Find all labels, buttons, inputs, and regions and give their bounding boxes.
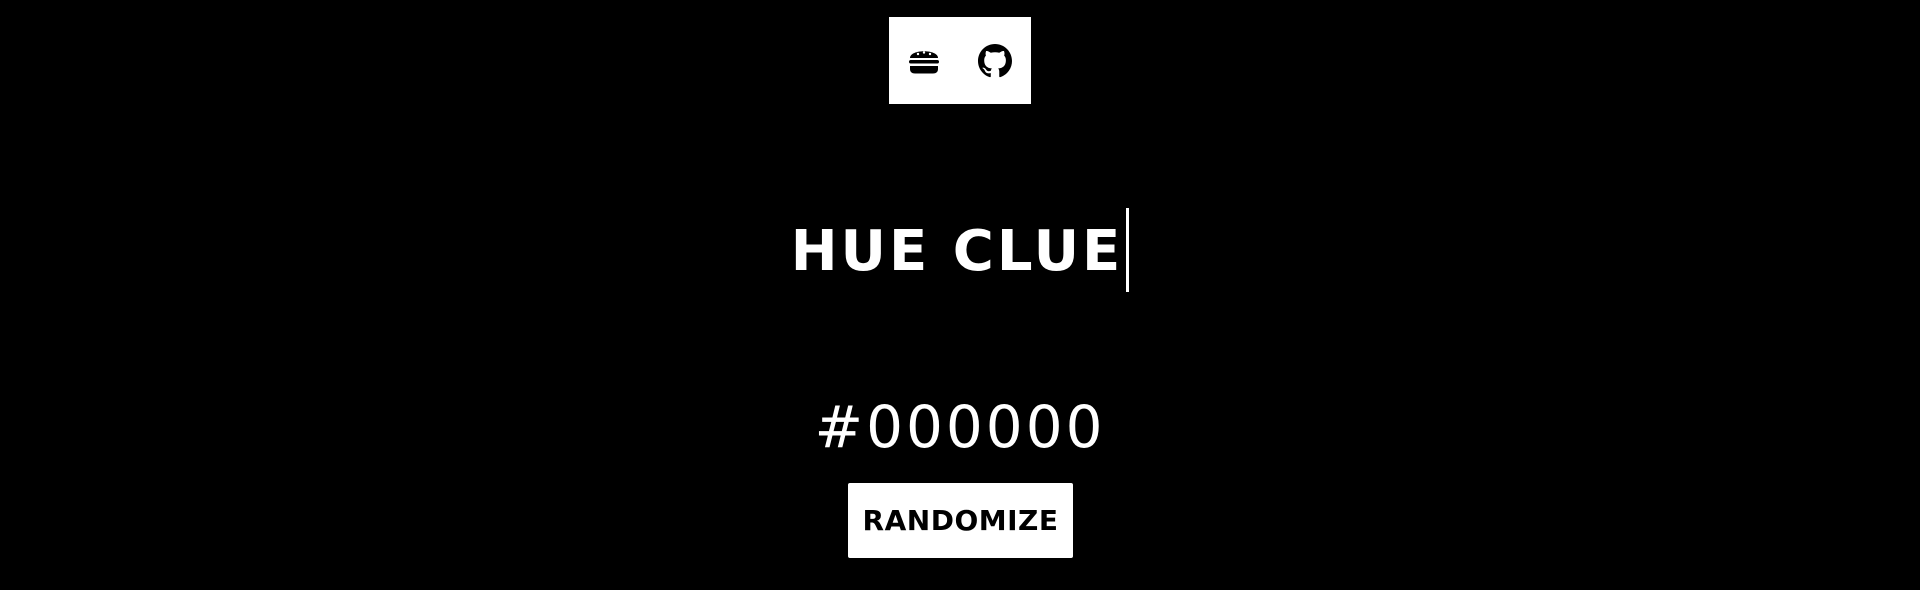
randomize-button[interactable]: RANDOMIZE (848, 483, 1073, 558)
top-toolbar (889, 17, 1031, 104)
hamburger-icon (909, 50, 939, 73)
app-title-text: HUE CLUE (790, 219, 1124, 284)
app-page: HUE CLUE #000000 RANDOMIZE (0, 0, 1920, 590)
app-title: HUE CLUE (0, 208, 1920, 292)
text-caret (1126, 208, 1130, 292)
burger-menu-button[interactable] (906, 43, 942, 79)
hex-color-value: #000000 (814, 393, 1106, 461)
github-link[interactable] (977, 43, 1013, 79)
github-icon (978, 43, 1012, 77)
